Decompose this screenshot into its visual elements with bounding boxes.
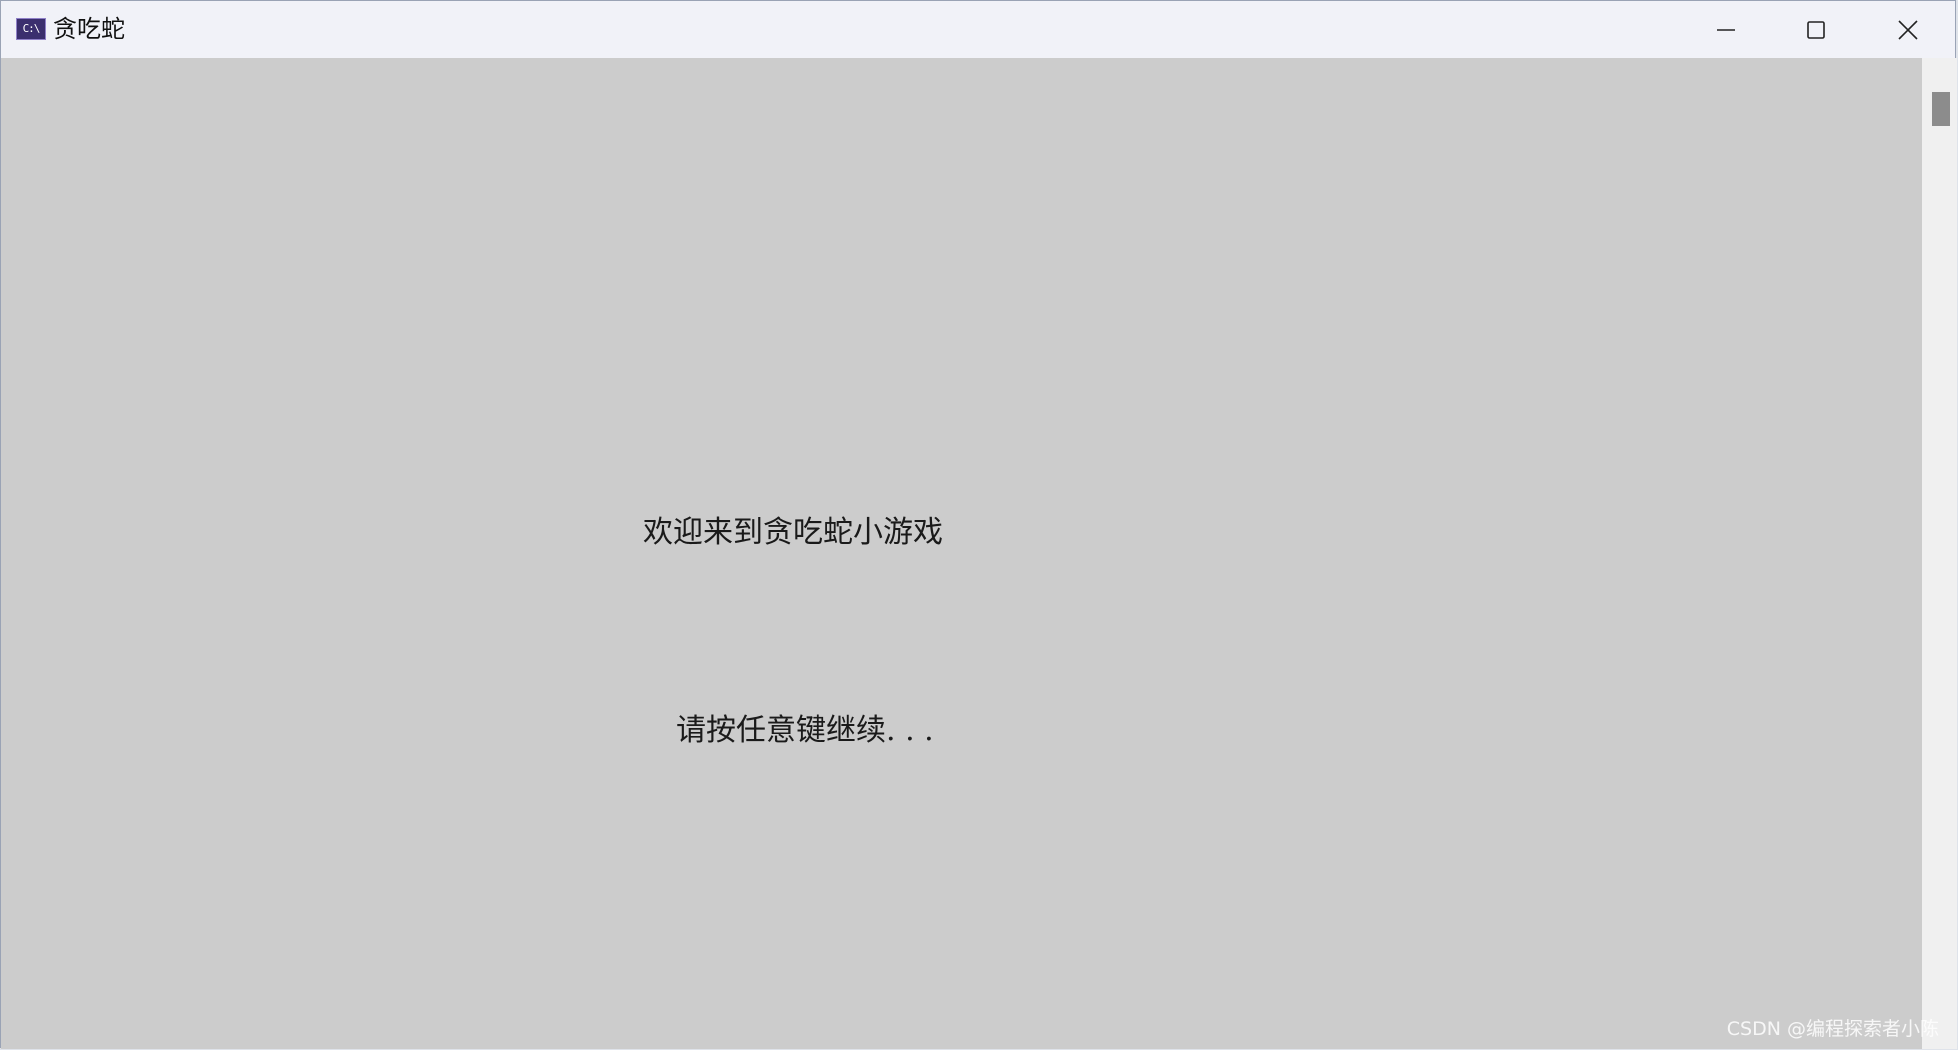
vertical-scrollbar[interactable]: [1922, 58, 1957, 1049]
press-any-key-prompt: 请按任意键继续. . .: [676, 713, 934, 748]
watermark: CSDN @编程探索者小陈: [1726, 1018, 1939, 1040]
console-window: C:\ 贪吃蛇 欢迎来到贪吃蛇小游戏 请按任意键继续. . . CSDN @编程…: [0, 0, 1957, 1049]
close-button[interactable]: [1863, 1, 1953, 58]
maximize-icon: [1807, 20, 1825, 39]
console-app-icon: C:\: [16, 18, 46, 40]
window-title: 贪吃蛇: [53, 15, 125, 43]
title-bar[interactable]: C:\ 贪吃蛇: [1, 1, 1955, 58]
scrollbar-thumb[interactable]: [1932, 92, 1950, 126]
welcome-text: 欢迎来到贪吃蛇小游戏: [643, 515, 943, 550]
maximize-button[interactable]: [1771, 1, 1861, 58]
minimize-icon: [1717, 28, 1735, 31]
minimize-button[interactable]: [1681, 1, 1771, 58]
close-icon: [1898, 19, 1918, 40]
console-output[interactable]: 欢迎来到贪吃蛇小游戏 请按任意键继续. . .: [1, 58, 1922, 1049]
